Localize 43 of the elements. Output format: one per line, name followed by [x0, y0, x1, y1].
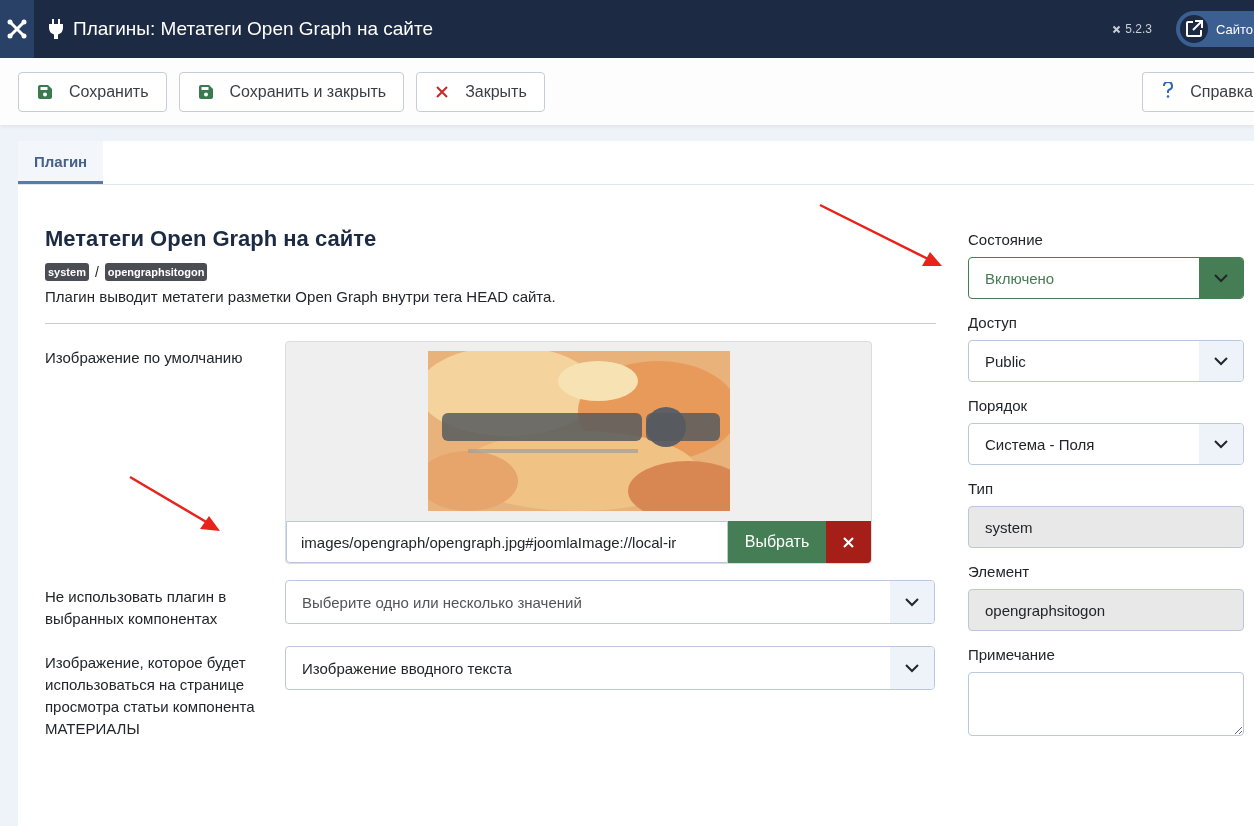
field-label: Элемент — [968, 563, 1031, 580]
help-button[interactable]: Справка — [1142, 71, 1254, 112]
field-label: Порядок — [968, 397, 1029, 414]
external-link-icon — [1179, 15, 1208, 43]
note-field[interactable] — [968, 672, 1244, 736]
clear-button[interactable] — [826, 521, 871, 563]
select-button[interactable]: Выбрать — [728, 521, 826, 563]
select-field[interactable]: Система - Поля — [968, 423, 1244, 465]
chevron-down-icon — [1214, 356, 1228, 366]
close-button[interactable]: Закрыть — [416, 71, 545, 112]
multiselect-field[interactable]: Выберите одно или несколько значений — [285, 580, 935, 624]
tag: system — [45, 263, 89, 281]
chevron-down-icon — [905, 663, 919, 673]
chevron-down-icon — [1214, 273, 1228, 283]
status-select[interactable]: Включено — [968, 257, 1244, 299]
tab[interactable]: Плагин — [18, 141, 104, 184]
separator-text: / — [94, 264, 99, 280]
version-text: 5.2.3 — [1125, 22, 1152, 36]
field-label: Изображение, которое будет использоваться на странице просмотра статьи компонента МАТЕРИАЛЫ — [45, 653, 256, 739]
plugin-description: Плагин выводит метатеги разметки Open Graph внутри тега HEAD сайта. — [45, 288, 557, 305]
chevron-down-icon — [905, 597, 919, 607]
readonly-field: opengraphsitogon — [968, 589, 1244, 631]
field-label: Тип — [968, 480, 994, 497]
plugin-title: Метатеги Open Graph на сайте — [45, 226, 378, 252]
joomla-logo-icon — [1111, 23, 1123, 35]
select-field[interactable]: Public — [968, 340, 1244, 382]
path-field[interactable]: images/opengraph/opengraph.jpg#joomlaImage://local-ir — [286, 521, 728, 563]
select-field[interactable]: Изображение вводного текста — [285, 646, 935, 690]
readonly-field: system — [968, 506, 1244, 548]
page-title: Плагины: Метатеги Open Graph на сайте — [73, 18, 433, 40]
site-link[interactable]: Сайто — [1175, 11, 1254, 47]
plug-icon — [49, 19, 63, 39]
save-button[interactable]: Сохранить — [18, 71, 167, 112]
field-label: Примечание — [968, 646, 1056, 663]
close-icon — [436, 85, 449, 98]
close-icon — [843, 536, 854, 548]
save-button[interactable]: Сохранить и закрыть — [178, 71, 405, 112]
field-label: Доступ — [968, 314, 1018, 331]
field-label: Состояние — [968, 231, 1044, 248]
chevron-down-icon — [1214, 439, 1228, 449]
tag: opengraphsitogon — [104, 263, 208, 281]
field-label: Не использовать плагин в выбранных компонентах — [45, 587, 228, 629]
field-label: Изображение по умолчанию — [45, 348, 244, 368]
